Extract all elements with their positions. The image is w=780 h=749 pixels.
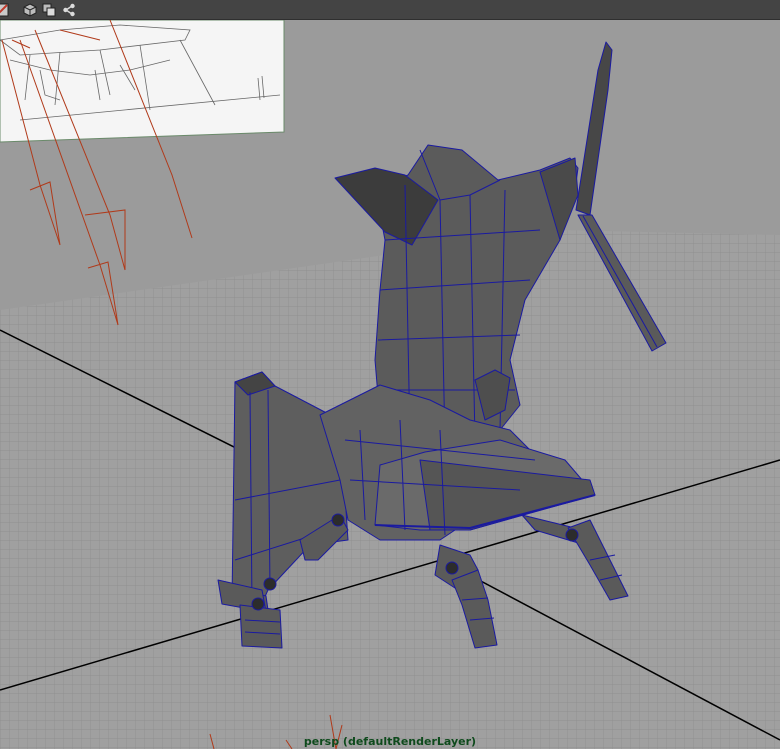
cube-icon[interactable] <box>22 2 38 18</box>
viewport-toolbar <box>0 0 780 20</box>
grid-icon[interactable] <box>0 2 10 18</box>
camera-label: persp (defaultRenderLayer) <box>303 735 477 748</box>
share-icon[interactable] <box>61 2 77 18</box>
copy-icon[interactable] <box>41 2 57 18</box>
reference-image-plane[interactable] <box>0 20 285 143</box>
3d-viewport[interactable] <box>0 20 780 749</box>
maya-viewport-window: persp (defaultRenderLayer) <box>0 0 780 749</box>
